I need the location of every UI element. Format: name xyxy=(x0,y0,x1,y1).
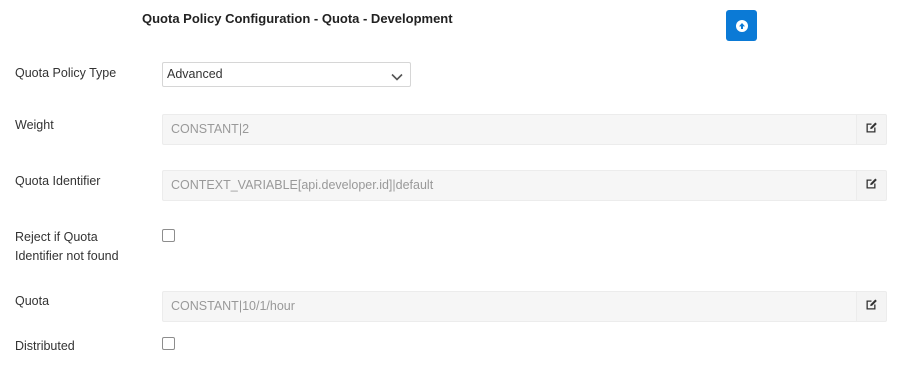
policy-type-label: Quota Policy Type xyxy=(15,66,117,80)
edit-icon xyxy=(865,177,878,195)
weight-field[interactable]: CONSTANT|2 xyxy=(162,114,857,145)
distributed-label: Distributed xyxy=(15,339,75,353)
quota-field[interactable]: CONSTANT|10/1/hour xyxy=(162,291,857,322)
quota-identifier-edit-button[interactable] xyxy=(857,170,887,201)
quota-identifier-label: Quota Identifier xyxy=(15,174,101,188)
weight-label: Weight xyxy=(15,118,54,132)
quota-edit-button[interactable] xyxy=(857,291,887,322)
edit-icon xyxy=(865,298,878,316)
distributed-checkbox[interactable] xyxy=(162,337,175,350)
weight-edit-button[interactable] xyxy=(857,114,887,145)
quota-identifier-field[interactable]: CONTEXT_VARIABLE[api.developer.id]|defau… xyxy=(162,170,857,201)
page-title: Quota Policy Configuration - Quota - Dev… xyxy=(142,11,453,26)
edit-icon xyxy=(865,121,878,139)
policy-type-select[interactable]: Advanced xyxy=(162,62,411,87)
reject-label-line2: Identifier not found xyxy=(15,249,119,263)
reject-checkbox[interactable] xyxy=(162,229,175,242)
quota-label: Quota xyxy=(15,294,50,308)
arrow-up-circle-icon xyxy=(735,19,748,32)
policy-type-value: Advanced xyxy=(167,67,223,81)
upload-button[interactable] xyxy=(726,10,757,41)
reject-label-line1: Reject if Quota xyxy=(15,230,98,244)
chevron-down-icon xyxy=(391,68,403,91)
